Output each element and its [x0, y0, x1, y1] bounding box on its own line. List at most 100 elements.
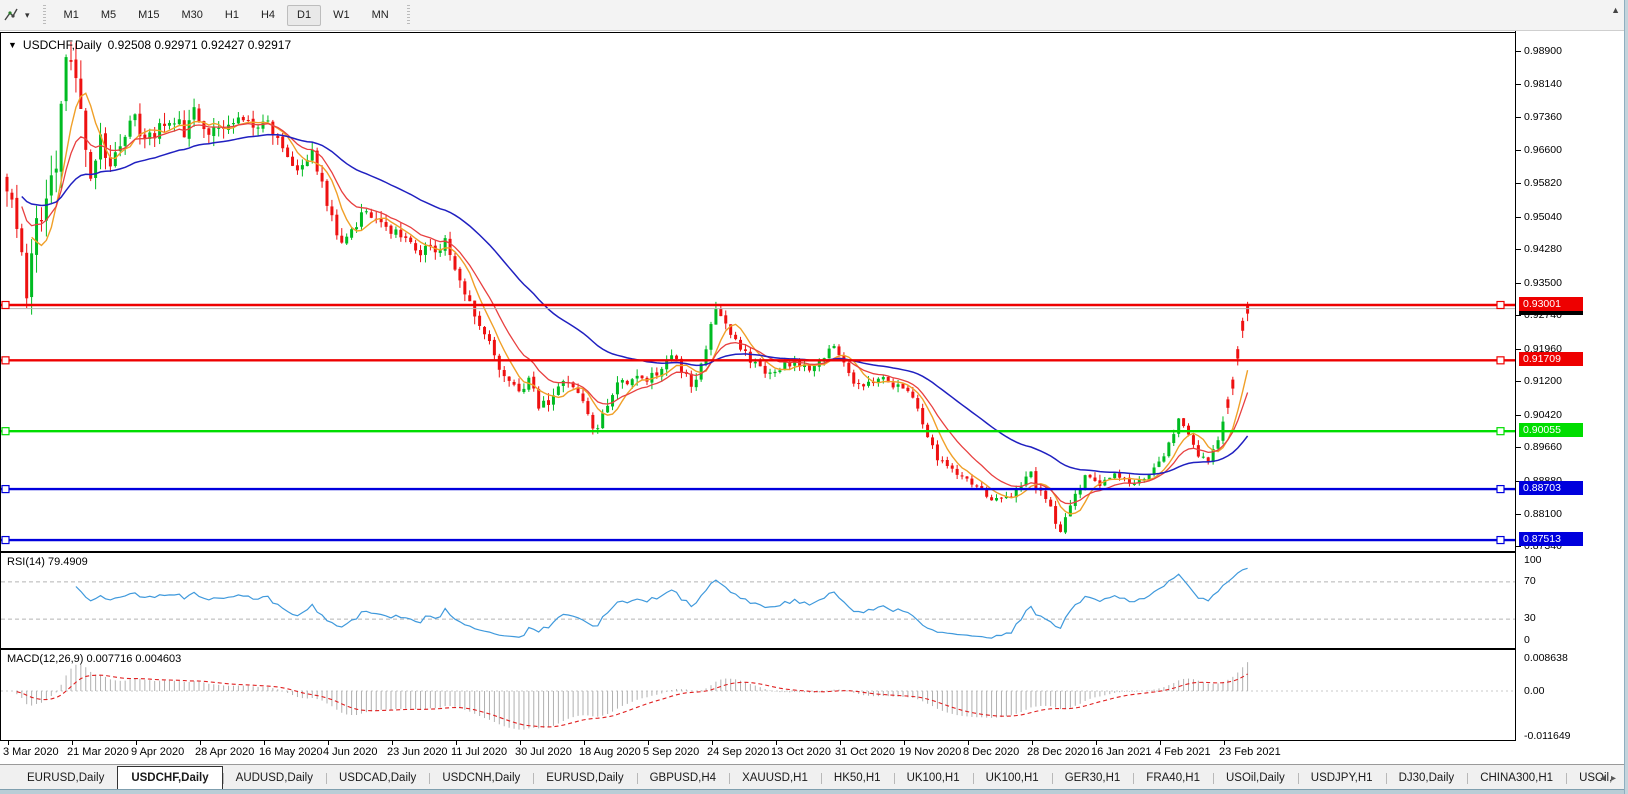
timeframe-button-m1[interactable]: M1 — [54, 5, 89, 26]
date-tick — [1096, 741, 1097, 745]
timeframe-button-m5[interactable]: M5 — [91, 5, 126, 26]
date-label: 23 Feb 2021 — [1219, 746, 1281, 758]
chart-tab-china300-h1[interactable]: CHINA300,H1 — [1467, 768, 1566, 789]
date-label: 19 Nov 2020 — [899, 746, 961, 758]
macd-level-label: -0.011649 — [1524, 730, 1571, 742]
tab-scroll-arrows[interactable]: ◂▸ — [1600, 773, 1622, 784]
price-tick-dash — [1516, 447, 1521, 448]
date-label: 24 Sep 2020 — [707, 746, 769, 758]
rsi-plot — [1, 553, 1515, 648]
price-tick-label: 0.95040 — [1524, 211, 1562, 223]
price-tick-label: 0.94280 — [1524, 243, 1562, 255]
date-tick — [456, 741, 457, 745]
chart-ohlc-values: 0.92508 0.92971 0.92427 0.92917 — [108, 38, 292, 52]
chart-symbol-label: USDCHF,Daily — [23, 38, 102, 52]
date-tick — [72, 741, 73, 745]
price-tick-label: 0.98140 — [1524, 78, 1562, 90]
chart-tab-ger30-h1[interactable]: GER30,H1 — [1052, 768, 1134, 789]
date-tick — [1160, 741, 1161, 745]
rsi-level-label: 30 — [1524, 612, 1536, 624]
chart-tab-audusd-daily[interactable]: AUDUSD,Daily — [223, 768, 326, 789]
price-tick-label: 0.91200 — [1524, 375, 1562, 387]
chart-tab-usdchf-daily[interactable]: USDCHF,Daily — [117, 766, 222, 789]
date-label: 3 Mar 2020 — [3, 746, 59, 758]
tab-scroll-left-icon[interactable]: ◂ — [1600, 773, 1611, 784]
timeframe-button-h4[interactable]: H4 — [251, 5, 285, 26]
date-label: 4 Feb 2021 — [1155, 746, 1211, 758]
chart-tab-usdcad-daily[interactable]: USDCAD,Daily — [326, 768, 429, 789]
chevron-down-icon[interactable]: ▾ — [23, 10, 36, 21]
date-tick — [648, 741, 649, 745]
date-tick — [1224, 741, 1225, 745]
timeframe-button-w1[interactable]: W1 — [323, 5, 360, 26]
date-tick — [520, 741, 521, 745]
chart-tab-uk100-h1[interactable]: UK100,H1 — [973, 768, 1052, 789]
macd-level-label: 0.008638 — [1524, 652, 1568, 664]
price-tick-dash — [1516, 315, 1521, 316]
macd-pane[interactable]: MACD(12,26,9) 0.007716 0.004603 — [0, 649, 1516, 741]
chart-tab-fra40-h1[interactable]: FRA40,H1 — [1133, 768, 1213, 789]
rsi-label: RSI(14) 79.4909 — [7, 556, 88, 568]
main-chart-pane[interactable]: ▼ USDCHF,Daily 0.92508 0.92971 0.92427 0… — [0, 32, 1516, 552]
date-label: 23 Jun 2020 — [387, 746, 448, 758]
date-tick — [840, 741, 841, 745]
date-tick — [904, 741, 905, 745]
macd-level-label: 0.00 — [1524, 685, 1544, 697]
price-tick-dash — [1516, 249, 1521, 250]
chart-tab-usdjpy-h1[interactable]: USDJPY,H1 — [1298, 768, 1386, 789]
tab-scroll-right-icon[interactable]: ▸ — [1611, 773, 1622, 784]
rsi-pane[interactable]: RSI(14) 79.4909 — [0, 552, 1516, 649]
chart-tab-hk50-h1[interactable]: HK50,H1 — [821, 768, 894, 789]
chart-menu-caret-icon[interactable]: ▼ — [8, 40, 17, 50]
timeframe-button-d1[interactable]: D1 — [287, 5, 321, 26]
hline-price-label: 0.93001 — [1519, 297, 1583, 311]
date-label: 11 Jul 2020 — [451, 746, 507, 758]
chart-title: ▼ USDCHF,Daily 0.92508 0.92971 0.92427 0… — [8, 38, 291, 52]
chart-tab-gbpusd-h4[interactable]: GBPUSD,H4 — [637, 768, 729, 789]
date-label: 5 Sep 2020 — [643, 746, 699, 758]
timeframe-button-mn[interactable]: MN — [362, 5, 399, 26]
scroll-up-icon[interactable]: ▲ — [1611, 5, 1620, 15]
price-tick-label: 0.96600 — [1524, 144, 1562, 156]
date-label: 16 Jan 2021 — [1091, 746, 1152, 758]
timeframe-button-h1[interactable]: H1 — [215, 5, 249, 26]
rsi-level-label: 100 — [1524, 554, 1542, 566]
date-label: 18 Aug 2020 — [579, 746, 641, 758]
date-label: 9 Apr 2020 — [131, 746, 184, 758]
price-tick-dash — [1516, 117, 1521, 118]
price-tick-dash — [1516, 217, 1521, 218]
macd-plot — [1, 650, 1515, 740]
chart-tab-eurusd-daily[interactable]: EURUSD,Daily — [14, 768, 117, 789]
chart-tab-dj30-daily[interactable]: DJ30,Daily — [1386, 768, 1468, 789]
chart-tab-eurusd-daily[interactable]: EURUSD,Daily — [533, 768, 636, 789]
macd-label: MACD(12,26,9) 0.007716 0.004603 — [7, 653, 181, 665]
price-tick-label: 0.90420 — [1524, 409, 1562, 421]
date-tick — [584, 741, 585, 745]
date-tick — [8, 741, 9, 745]
hline-price-label: 0.90055 — [1519, 423, 1583, 437]
line-studies-icon[interactable] — [0, 7, 23, 23]
chart-tab-xauusd-h1[interactable]: XAUUSD,H1 — [729, 768, 821, 789]
price-tick-dash — [1516, 415, 1521, 416]
date-label: 28 Apr 2020 — [195, 746, 254, 758]
window-right-edge — [1624, 0, 1628, 794]
timeframe-button-m15[interactable]: M15 — [128, 5, 169, 26]
toolbar-grip — [42, 5, 47, 25]
price-tick-label: 0.89660 — [1524, 441, 1562, 453]
timeframe-buttons: M1M5M15M30H1H4D1W1MN — [53, 5, 400, 26]
rsi-level-label: 70 — [1524, 575, 1536, 587]
price-tick-label: 0.97360 — [1524, 111, 1562, 123]
timeframe-button-m30[interactable]: M30 — [172, 5, 213, 26]
candlestick-chart — [1, 33, 1515, 551]
price-tick-dash — [1516, 51, 1521, 52]
chart-tab-usdcnh-daily[interactable]: USDCNH,Daily — [429, 768, 533, 789]
price-tick-dash — [1516, 349, 1521, 350]
price-axis-line — [1515, 31, 1516, 741]
chart-tab-uk100-h1[interactable]: UK100,H1 — [894, 768, 973, 789]
date-axis[interactable]: 3 Mar 2020 21 Mar 20209 Apr 2020 28 Apr 20… — [0, 741, 1622, 764]
chart-tab-usoil-daily[interactable]: USOil,Daily — [1213, 768, 1298, 789]
toolbar-grip-2 — [406, 5, 411, 25]
date-label: 21 Mar 2020 — [67, 746, 129, 758]
date-label: 16 May 2020 — [259, 746, 323, 758]
price-tick-dash — [1516, 150, 1521, 151]
